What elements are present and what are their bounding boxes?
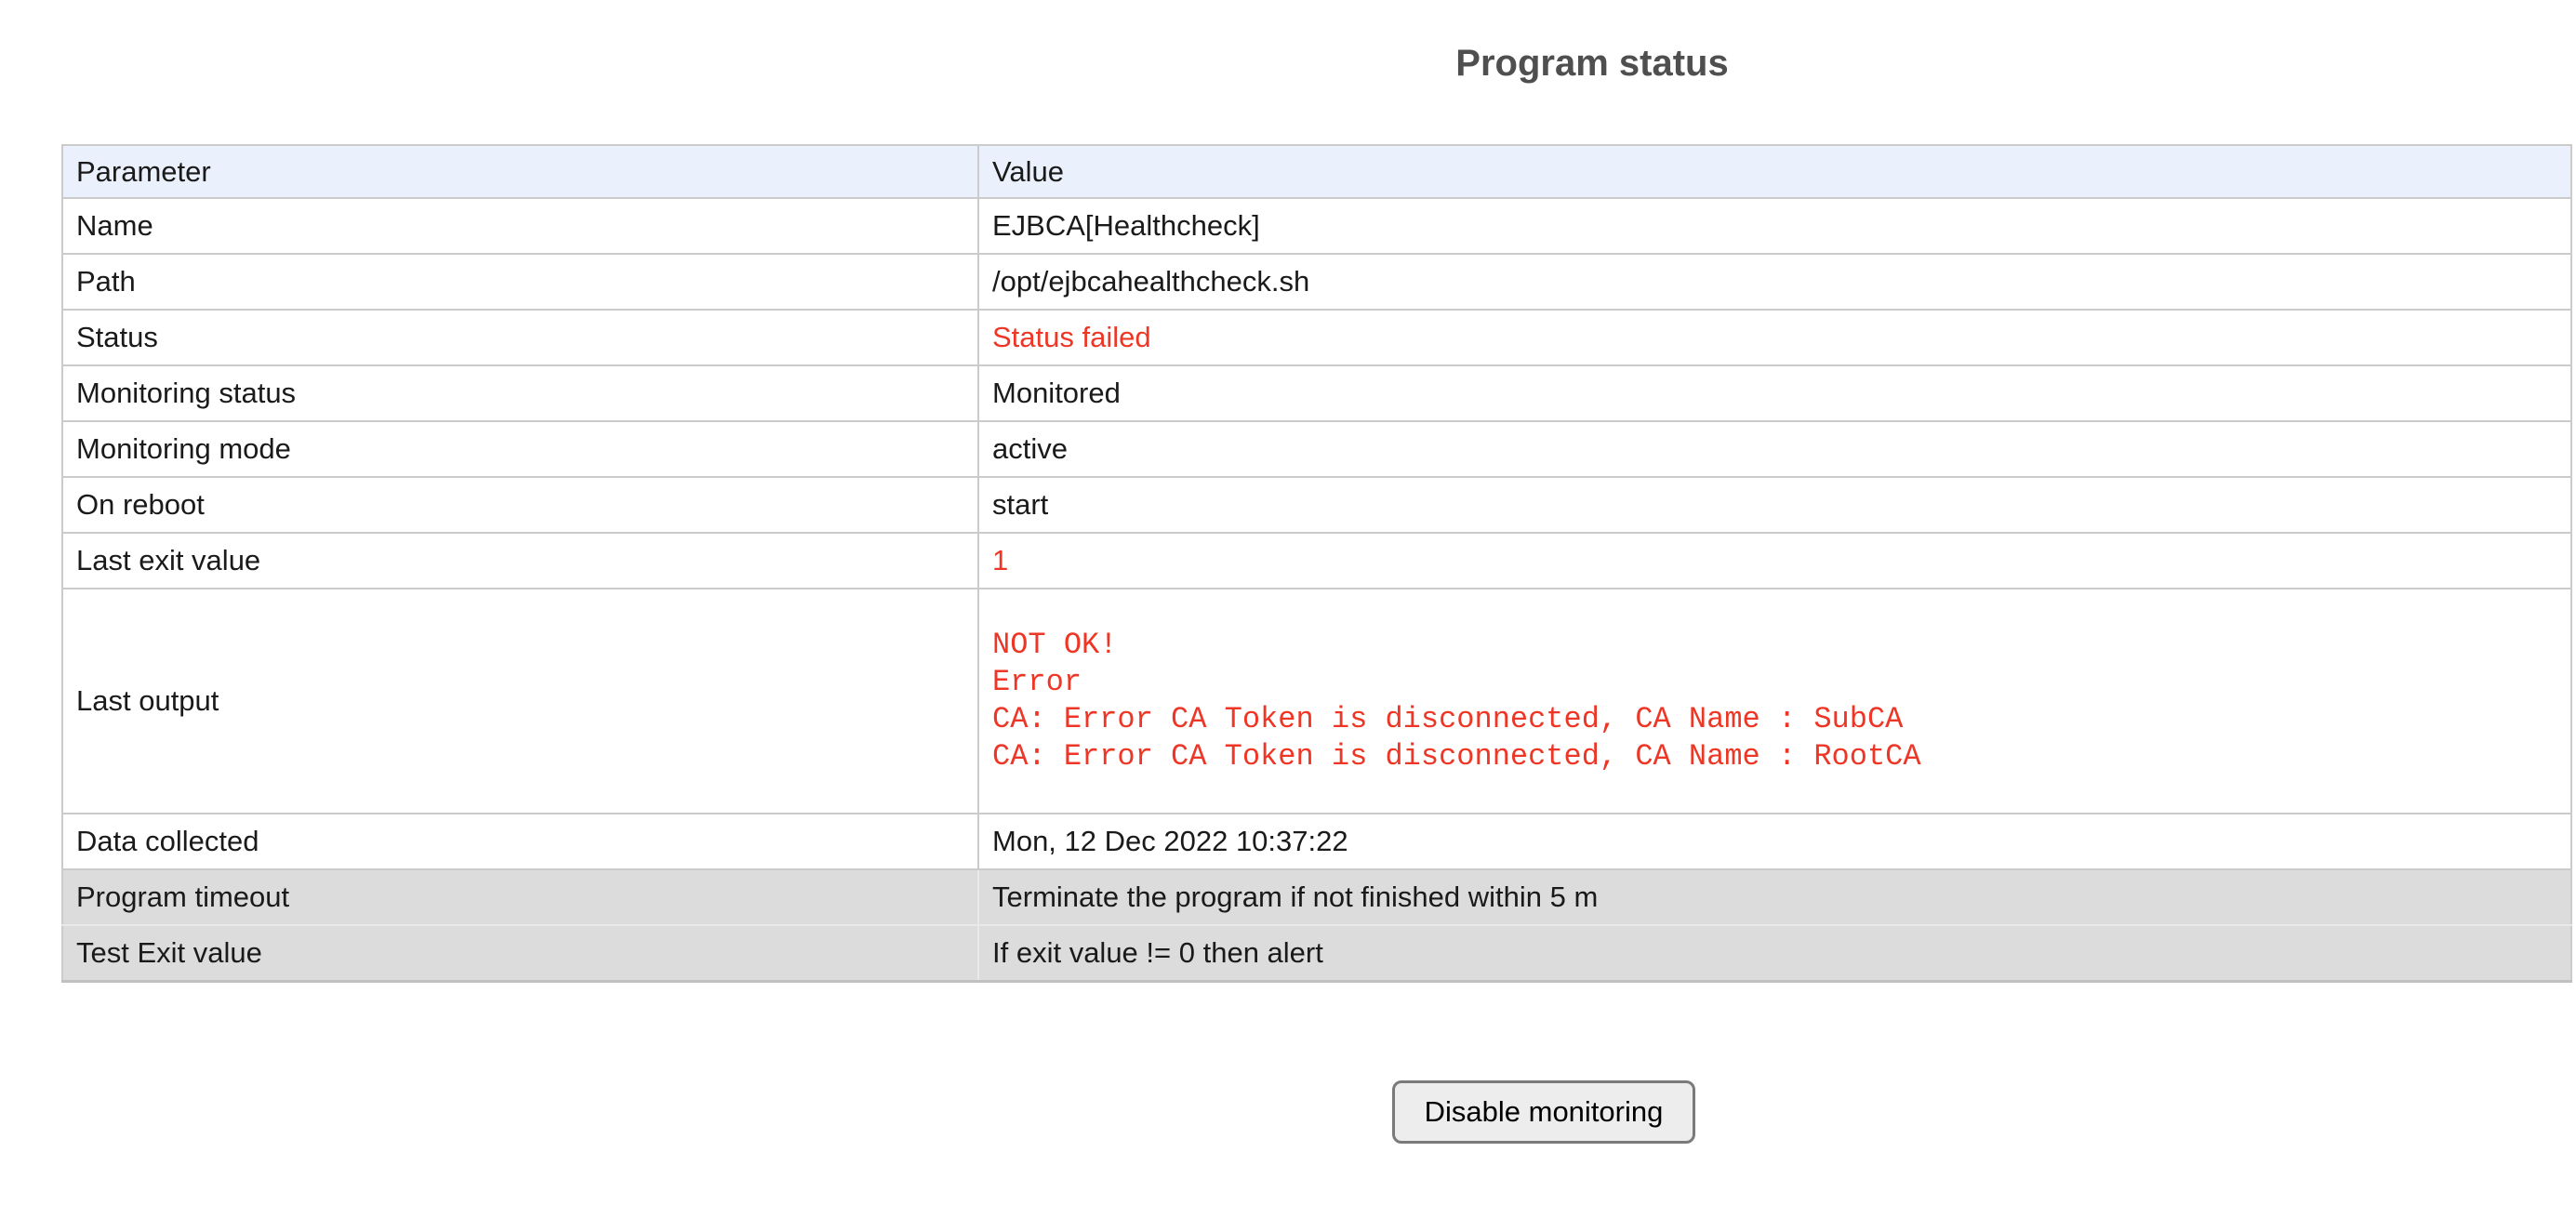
parameter-cell: On reboot [62, 477, 978, 533]
page-title: Program status [1455, 43, 1728, 85]
value-cell: start [978, 477, 2571, 533]
table-row: Data collected Mon, 12 Dec 2022 10:37:22 [62, 814, 2571, 869]
value-text-error: 1 [992, 544, 1008, 576]
disable-monitoring-button[interactable]: Disable monitoring [1392, 1080, 1695, 1144]
column-header-parameter: Parameter [62, 145, 978, 198]
value-cell: Mon, 12 Dec 2022 10:37:22 [978, 814, 2571, 869]
parameter-cell: Name [62, 198, 978, 254]
output-line: Error [992, 664, 2557, 701]
value-text: If exit value != 0 then alert [992, 936, 1323, 969]
table-row: Last exit value 1 [62, 533, 2571, 589]
parameter-cell: Program timeout [62, 869, 978, 925]
value-cell: 1 [978, 533, 2571, 589]
table-row: Test Exit value If exit value != 0 then a… [62, 925, 2571, 981]
table-row: On reboot start [62, 477, 2571, 533]
output-line: NOT OK! [992, 627, 2557, 664]
value-cell: active [978, 421, 2571, 477]
table-row: Monitoring status Monitored [62, 365, 2571, 421]
table-row: Name EJBCA[Healthcheck] [62, 198, 2571, 254]
value-cell: NOT OK!ErrorCA: Error CA Token is discon… [978, 589, 2571, 814]
monitoring-action-form: Disable monitoring [1392, 1080, 1695, 1144]
value-text: Mon, 12 Dec 2022 10:37:22 [992, 825, 1348, 857]
parameter-cell: Data collected [62, 814, 978, 869]
parameter-cell: Monitoring mode [62, 421, 978, 477]
table-row: Program timeout Terminate the program if … [62, 869, 2571, 925]
value-text: Terminate the program if not finished wi… [992, 881, 1598, 913]
value-text-error: Status failed [992, 321, 1151, 353]
value-cell: If exit value != 0 then alert [978, 925, 2571, 981]
table-body: Name EJBCA[Healthcheck] Path/opt/ejbcaheal… [62, 198, 2571, 981]
table-row: Path/opt/ejbcahealthcheck.sh [62, 254, 2571, 310]
parameter-cell: Last exit value [62, 533, 978, 589]
value-cell: Status failed [978, 310, 2571, 365]
value-text: EJBCA[Healthcheck] [992, 209, 1260, 242]
parameter-cell: Path [62, 254, 978, 310]
table-row: Monitoring mode active [62, 421, 2571, 477]
value-text: Monitored [992, 377, 1121, 409]
table-row: Status Status failed [62, 310, 2571, 365]
parameter-cell: Monitoring status [62, 365, 978, 421]
output-line: CA: Error CA Token is disconnected, CA N… [992, 701, 2557, 738]
value-text: /opt/ejbcahealthcheck.sh [992, 265, 1309, 298]
table-row: Last outputNOT OK!ErrorCA: Error CA Toke… [62, 589, 2571, 814]
value-text: active [992, 432, 1068, 465]
value-cell: Monitored [978, 365, 2571, 421]
program-status-page: Program status Parameter Value Name EJBCA… [0, 0, 2576, 1205]
value-cell: /opt/ejbcahealthcheck.sh [978, 254, 2571, 310]
value-text: start [992, 488, 1048, 521]
table-header: Parameter Value [62, 145, 2571, 198]
output-line: CA: Error CA Token is disconnected, CA N… [992, 738, 2557, 775]
table-header-row: Parameter Value [62, 145, 2571, 198]
value-cell: Terminate the program if not finished wi… [978, 869, 2571, 925]
parameter-cell: Status [62, 310, 978, 365]
parameter-cell: Last output [62, 589, 978, 814]
program-status-table: Parameter Value Name EJBCA[Healthcheck] Pa… [61, 144, 2572, 983]
value-cell: EJBCA[Healthcheck] [978, 198, 2571, 254]
parameter-cell: Test Exit value [62, 925, 978, 981]
column-header-value: Value [978, 145, 2571, 198]
